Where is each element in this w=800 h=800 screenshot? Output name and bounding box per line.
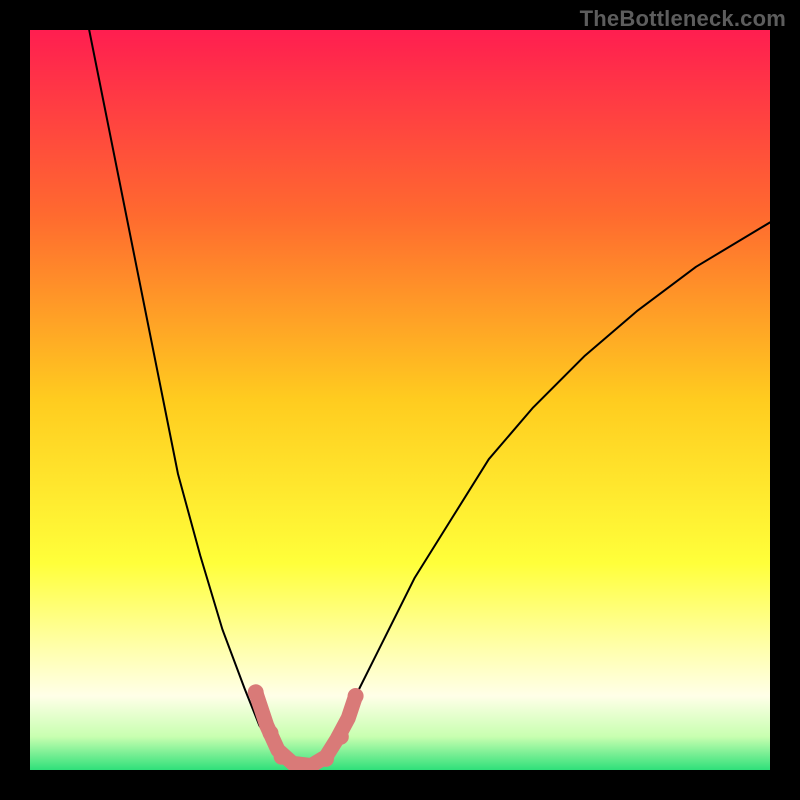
marker-point [248,684,264,700]
marker-point [263,725,279,741]
marker-point [318,751,334,767]
marker-point [333,729,349,745]
marker-point [348,688,364,704]
watermark-text: TheBottleneck.com [580,6,786,32]
plot-area [30,30,770,770]
chart-svg [30,30,770,770]
chart-background [30,30,770,770]
marker-point [274,749,290,765]
chart-frame: TheBottleneck.com [0,0,800,800]
